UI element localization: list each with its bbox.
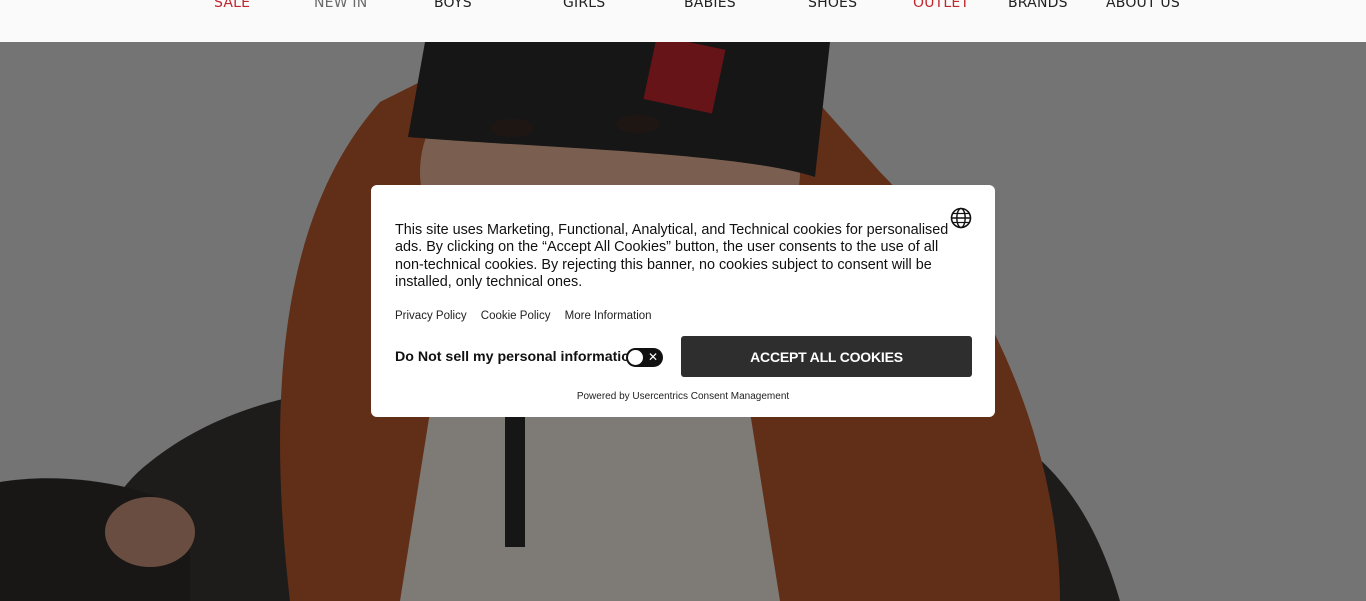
close-icon: ✕ [648, 350, 659, 364]
nav-item-boys[interactable]: BOYS [434, 0, 472, 11]
nav-item-new-in[interactable]: NEW IN [314, 0, 367, 11]
nav-item-girls[interactable]: GIRLS [563, 0, 605, 11]
toggle-knob [628, 350, 643, 365]
nav-item-about-us[interactable]: ABOUT US [1106, 0, 1180, 11]
do-not-sell-toggle[interactable]: ✕ [626, 348, 663, 367]
do-not-sell-label: Do Not sell my personal information [395, 349, 639, 365]
nav-item-shoes[interactable]: SHOES [808, 0, 857, 11]
nav-item-babies[interactable]: BABIES [684, 0, 736, 11]
consent-links: Privacy Policy Cookie Policy More Inform… [395, 310, 663, 322]
accept-all-cookies-button[interactable]: ACCEPT ALL COOKIES [681, 336, 972, 377]
nav-item-outlet[interactable]: OUTLET [913, 0, 969, 11]
cookie-consent-dialog: This site uses Marketing, Functional, An… [371, 185, 995, 417]
privacy-policy-link[interactable]: Privacy Policy [395, 310, 467, 322]
powered-by-text: Powered by Usercentrics Consent Manageme… [576, 391, 790, 402]
main-navigation: SALE NEW IN BOYS GIRLS BABIES SHOES OUTL… [0, 0, 1366, 42]
nav-item-sale[interactable]: SALE [214, 0, 250, 11]
more-information-link[interactable]: More Information [565, 310, 652, 322]
nav-item-brands[interactable]: BRANDS [1008, 0, 1068, 11]
cookie-policy-link[interactable]: Cookie Policy [481, 310, 551, 322]
consent-message: This site uses Marketing, Functional, An… [395, 222, 949, 290]
